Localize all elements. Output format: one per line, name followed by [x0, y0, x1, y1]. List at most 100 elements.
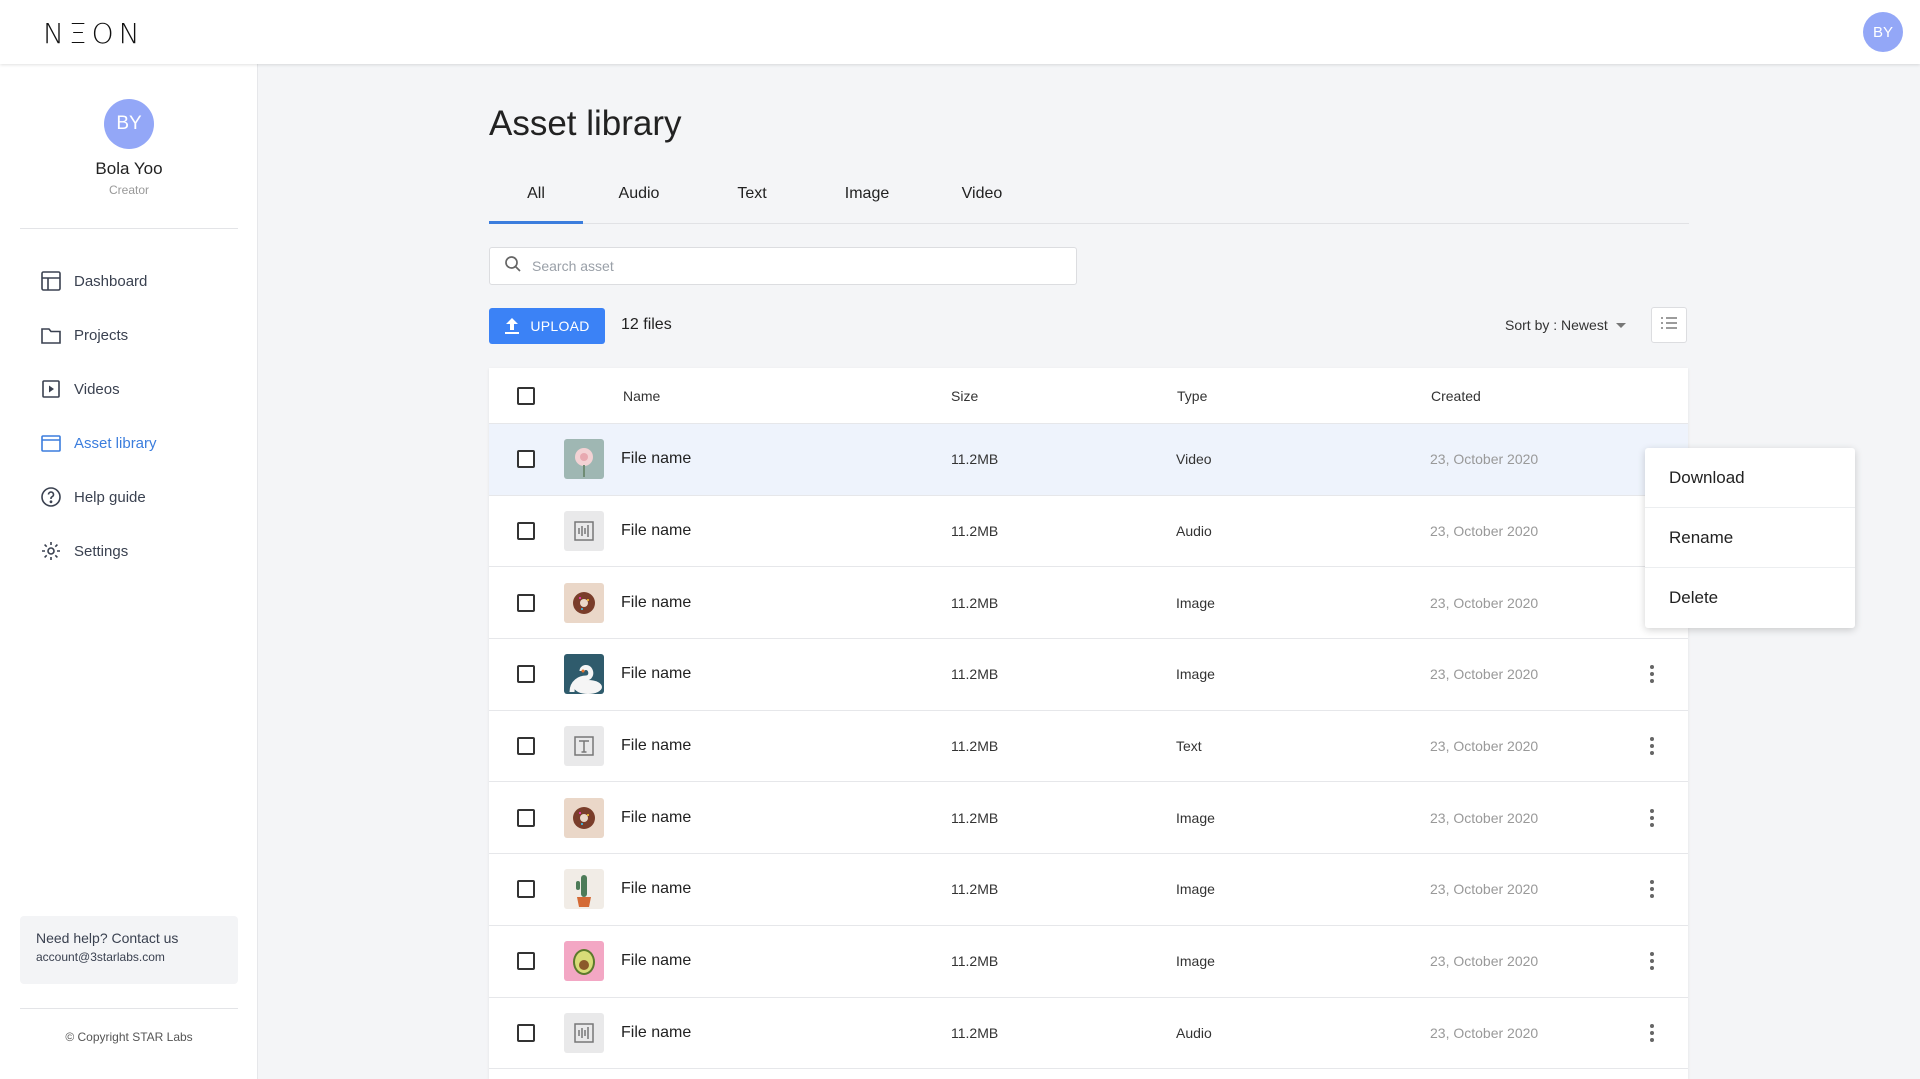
- file-thumbnail: [564, 1012, 604, 1053]
- tab-image[interactable]: Image: [822, 178, 912, 224]
- file-thumbnail: [564, 582, 604, 623]
- file-size: 11.2MB: [951, 666, 999, 683]
- sidebar-item-settings[interactable]: Settings: [0, 524, 258, 578]
- tab-text[interactable]: Text: [707, 178, 797, 224]
- table-row[interactable]: File name 11.2MB Video 23, October 2020: [489, 424, 1688, 496]
- file-name[interactable]: File name: [621, 1024, 691, 1042]
- list-view-button[interactable]: [1651, 307, 1687, 343]
- table-header: Name Size Type Created: [489, 368, 1688, 424]
- file-type: Video: [1176, 451, 1212, 468]
- file-size: 11.2MB: [951, 523, 999, 540]
- column-header-name[interactable]: Name: [623, 388, 660, 404]
- row-checkbox[interactable]: [517, 522, 535, 541]
- page-title: Asset library: [489, 104, 682, 143]
- sort-dropdown[interactable]: Sort by : Newest: [1505, 317, 1626, 333]
- table-row[interactable]: File name 11.2MB Image 23, October 2020: [489, 926, 1688, 998]
- table-row[interactable]: File name 11.2MB Audio 23, October 2020: [489, 496, 1688, 568]
- menu-item-rename[interactable]: Rename: [1645, 508, 1855, 568]
- sidebar-item-asset-library[interactable]: Asset library: [0, 416, 258, 470]
- sidebar-nav: Dashboard Projects Videos Asset library …: [0, 254, 258, 578]
- sidebar-divider: [20, 228, 238, 229]
- more-options-icon[interactable]: [1642, 1021, 1662, 1045]
- file-thumbnail: [564, 941, 604, 982]
- row-checkbox[interactable]: [517, 952, 535, 971]
- file-name[interactable]: File name: [621, 737, 691, 755]
- file-thumbnail: [564, 869, 604, 910]
- row-checkbox[interactable]: [517, 808, 535, 827]
- sidebar-item-videos[interactable]: Videos: [0, 362, 258, 416]
- table-row[interactable]: File name 11.2MB Image 23, October 2020: [489, 854, 1688, 926]
- sort-label: Sort by : Newest: [1505, 317, 1608, 333]
- row-checkbox[interactable]: [517, 450, 535, 469]
- sidebar-item-label: Help guide: [74, 488, 146, 506]
- file-created-date: 23, October 2020: [1430, 523, 1539, 540]
- menu-item-delete[interactable]: Delete: [1645, 568, 1855, 628]
- file-name[interactable]: File name: [621, 952, 691, 970]
- table-row[interactable]: File name 11.2MB Image 23, October 2020: [489, 782, 1688, 855]
- file-type: Image: [1176, 953, 1215, 970]
- file-thumbnail: [564, 726, 604, 767]
- more-options-icon[interactable]: [1642, 806, 1662, 830]
- profile-name: Bola Yoo: [95, 159, 163, 178]
- list-view-icon: [1659, 315, 1679, 336]
- column-header-created[interactable]: Created: [1431, 388, 1481, 404]
- more-options-icon[interactable]: [1642, 734, 1662, 758]
- tab-audio[interactable]: Audio: [594, 178, 684, 224]
- table-row[interactable]: File name 11.2MB Image 23, October 2020: [489, 639, 1688, 711]
- tab-all[interactable]: All: [489, 178, 583, 224]
- help-title: Need help? Contact us: [36, 930, 179, 946]
- row-context-menu: Download Rename Delete: [1645, 448, 1855, 628]
- row-checkbox[interactable]: [517, 1023, 535, 1042]
- upload-icon: [504, 317, 520, 335]
- column-header-type[interactable]: Type: [1177, 388, 1207, 404]
- sidebar-item-projects[interactable]: Projects: [0, 308, 258, 362]
- file-size: 11.2MB: [951, 451, 999, 468]
- file-created-date: 23, October 2020: [1430, 1024, 1539, 1041]
- file-type: Audio: [1176, 523, 1212, 540]
- search-box: [489, 247, 1077, 285]
- more-options-icon[interactable]: [1642, 949, 1662, 973]
- user-avatar[interactable]: BY: [1863, 12, 1903, 52]
- row-checkbox[interactable]: [517, 880, 535, 899]
- chevron-down-icon: [1615, 322, 1626, 328]
- file-name[interactable]: File name: [621, 665, 691, 683]
- file-type: Image: [1176, 809, 1215, 826]
- file-name[interactable]: File name: [621, 809, 691, 827]
- asset-table: Name Size Type Created File name 11.2MB Vi…: [489, 368, 1688, 1079]
- file-created-date: 23, October 2020: [1430, 738, 1539, 755]
- table-row[interactable]: File name 11.2MB Image 23, October 2020: [489, 567, 1688, 640]
- help-contact-box[interactable]: Need help? Contact us account@3starlabs.…: [20, 916, 238, 984]
- more-options-icon[interactable]: [1642, 662, 1662, 686]
- copyright: © Copyright STAR Labs: [65, 1030, 193, 1044]
- file-name[interactable]: File name: [621, 594, 691, 612]
- file-created-date: 23, October 2020: [1430, 953, 1539, 970]
- table-row[interactable]: File name 11.2MB Text 23, October 2020: [489, 711, 1688, 783]
- upload-button[interactable]: UPLOAD: [489, 308, 605, 344]
- sidebar-item-label: Videos: [74, 380, 120, 398]
- sidebar-item-help-guide[interactable]: Help guide: [0, 470, 258, 524]
- file-name[interactable]: File name: [621, 450, 691, 468]
- row-checkbox[interactable]: [517, 737, 535, 756]
- file-thumbnail: [564, 797, 604, 838]
- app-logo[interactable]: NΞON: [43, 17, 145, 50]
- column-header-size[interactable]: Size: [951, 388, 978, 404]
- file-created-date: 23, October 2020: [1430, 594, 1539, 611]
- row-checkbox[interactable]: [517, 665, 535, 684]
- file-name[interactable]: File name: [621, 522, 691, 540]
- sidebar-item-dashboard[interactable]: Dashboard: [0, 254, 258, 308]
- sidebar-item-label: Asset library: [74, 434, 157, 452]
- menu-item-download[interactable]: Download: [1645, 448, 1855, 508]
- sidebar-item-label: Projects: [74, 326, 129, 344]
- search-input[interactable]: [532, 258, 1052, 274]
- select-all-checkbox[interactable]: [517, 386, 535, 405]
- table-row[interactable]: File name 11.2MB Audio 23, October 2020: [489, 998, 1688, 1070]
- sidebar-item-label: Settings: [74, 542, 129, 560]
- more-options-icon[interactable]: [1642, 877, 1662, 901]
- row-checkbox[interactable]: [517, 593, 535, 612]
- help-email[interactable]: account@3starlabs.com: [36, 950, 222, 964]
- tab-video[interactable]: Video: [937, 178, 1027, 224]
- file-size: 11.2MB: [951, 1024, 999, 1041]
- file-name[interactable]: File name: [621, 880, 691, 898]
- gear-icon: [40, 540, 62, 562]
- upload-label: UPLOAD: [530, 318, 590, 334]
